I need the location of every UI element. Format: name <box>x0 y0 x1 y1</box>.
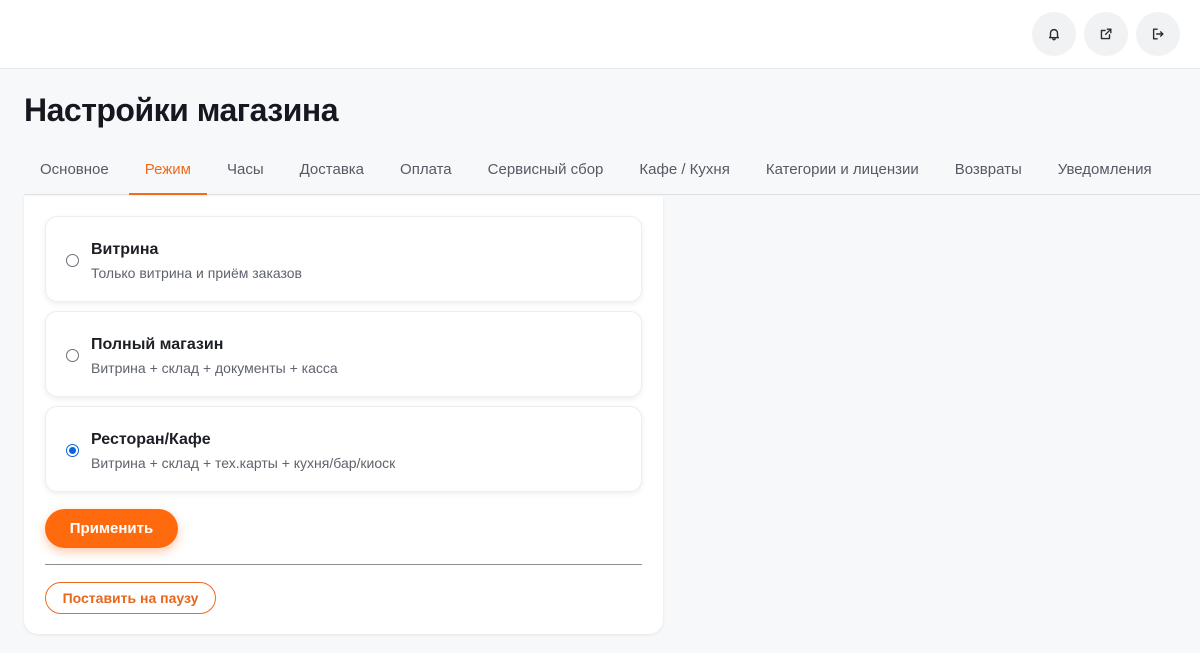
divider <box>45 564 642 565</box>
mode-option-restaurant[interactable]: Ресторан/Кафе Витрина + склад + тех.карт… <box>45 406 642 492</box>
mode-settings-card: Витрина Только витрина и приём заказов П… <box>24 196 663 634</box>
mode-option-title: Витрина <box>91 241 159 258</box>
tab-mode[interactable]: Режим <box>128 146 208 195</box>
tab-general[interactable]: Основное <box>24 146 125 194</box>
tab-notifications[interactable]: Уведомления <box>1042 146 1168 194</box>
external-link-icon <box>1100 28 1112 40</box>
tab-payment[interactable]: Оплата <box>384 146 468 194</box>
mode-option-full-store[interactable]: Полный магазин Витрина + склад + докумен… <box>45 311 642 397</box>
page-title: Настройки магазина <box>24 92 338 128</box>
tab-service-fee[interactable]: Сервисный сбор <box>472 146 620 194</box>
tab-delivery[interactable]: Доставка <box>284 146 380 194</box>
mode-radio-full-store[interactable] <box>66 349 79 362</box>
tab-categories-licenses[interactable]: Категории и лицензии <box>750 146 935 194</box>
logout-icon <box>1152 28 1164 40</box>
tab-cafe-kitchen[interactable]: Кафе / Кухня <box>623 146 745 194</box>
mode-radio-restaurant[interactable] <box>66 444 79 457</box>
mode-option-description: Витрина + склад + документы + касса <box>91 360 338 376</box>
settings-tabs: Основное Режим Часы Доставка Оплата Серв… <box>24 146 1200 195</box>
open-store-button[interactable] <box>1084 12 1128 56</box>
mode-option-showcase[interactable]: Витрина Только витрина и приём заказов <box>45 216 642 302</box>
mode-option-description: Только витрина и приём заказов <box>91 265 302 281</box>
logout-button[interactable] <box>1136 12 1180 56</box>
bell-icon <box>1048 28 1060 41</box>
mode-option-title: Полный магазин <box>91 336 224 353</box>
tab-hours[interactable]: Часы <box>211 146 280 194</box>
mode-option-description: Витрина + склад + тех.карты + кухня/бар/… <box>91 455 396 471</box>
mode-option-title: Ресторан/Кафе <box>91 431 211 448</box>
notifications-button[interactable] <box>1032 12 1076 56</box>
apply-button[interactable]: Применить <box>45 509 178 548</box>
pause-store-button[interactable]: Поставить на паузу <box>45 582 216 614</box>
mode-radio-showcase[interactable] <box>66 254 79 267</box>
top-bar <box>0 0 1200 69</box>
tab-returns[interactable]: Возвраты <box>939 146 1038 194</box>
